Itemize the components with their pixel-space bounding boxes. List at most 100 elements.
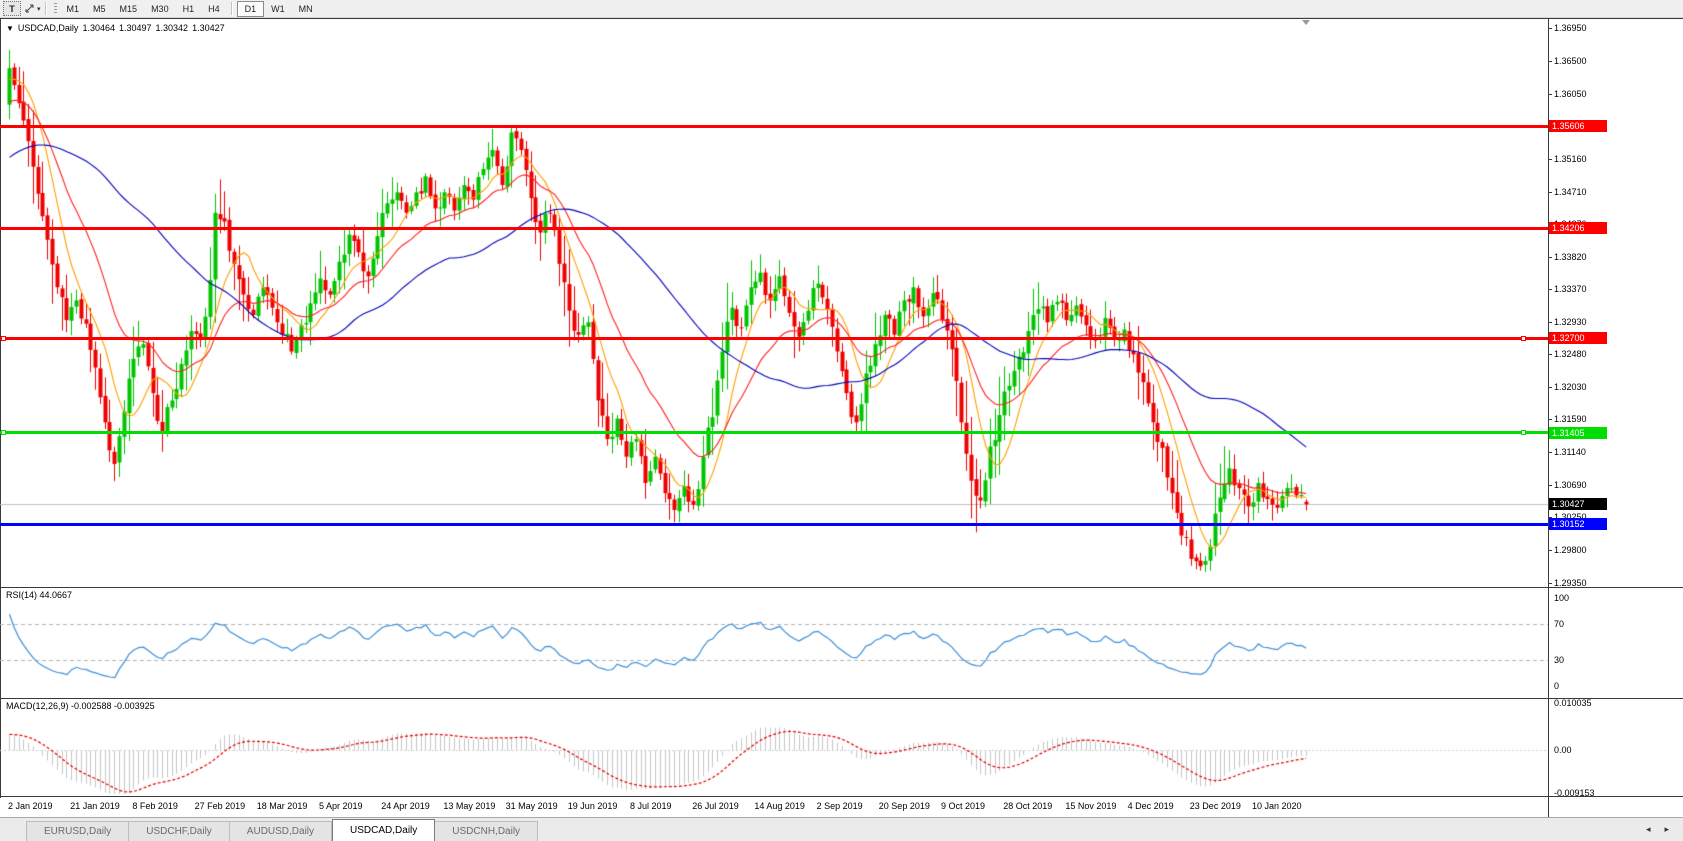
current-price-tag: 1.30427	[1549, 498, 1607, 510]
price-axis-tick	[1548, 322, 1552, 323]
date-axis-label: 23 Dec 2019	[1189, 801, 1241, 811]
rsi-axis-label: 30	[1554, 655, 1565, 665]
toolbar-separator	[44, 2, 47, 15]
hline-endpoint-handle[interactable]	[1521, 430, 1526, 435]
date-axis-label: 8 Jul 2019	[630, 801, 672, 811]
date-axis-label: 4 Dec 2019	[1127, 801, 1174, 811]
date-axis-label: 14 Aug 2019	[754, 801, 805, 811]
cursor-tool-button[interactable]: ▾	[24, 2, 41, 15]
collapse-triangle-icon[interactable]: ▼	[6, 24, 14, 33]
price-axis-label: 1.35160	[1554, 154, 1587, 164]
hline-resistance-1.32700[interactable]	[0, 337, 1548, 340]
rsi-macd-separator[interactable]	[0, 698, 1683, 699]
macd-axis-label: 0.010035	[1554, 698, 1592, 708]
price-tag-resistance-1.35606: 1.35606	[1549, 120, 1607, 132]
price-axis-tick	[1548, 485, 1552, 486]
price-axis-label: 1.36500	[1554, 56, 1587, 66]
date-axis-label: 2 Jan 2019	[8, 801, 53, 811]
main-rsi-separator[interactable]	[0, 587, 1683, 588]
rsi-axis-label: 70	[1554, 619, 1565, 629]
date-axis-label: 20 Sep 2019	[878, 801, 930, 811]
macd-axis-label: -0.009153	[1554, 788, 1595, 798]
ohlc-low-value: 1.30342	[155, 23, 189, 33]
chart-symbol-label: USDCAD,Daily	[17, 23, 79, 33]
main-chart-canvas[interactable]	[0, 19, 1548, 586]
price-axis-tick	[1548, 583, 1552, 584]
macd-axis-label: 0.00	[1554, 745, 1572, 755]
date-axis-label: 31 May 2019	[505, 801, 558, 811]
price-axis-tick	[1548, 94, 1552, 95]
date-axis-label: 9 Oct 2019	[941, 801, 986, 811]
ohlc-open-value: 1.30464	[82, 23, 115, 33]
hline-support-1.31405[interactable]	[0, 431, 1548, 434]
price-tag-support-1.31405: 1.31405	[1549, 427, 1607, 439]
timeframe-button-w1[interactable]: W1	[264, 2, 292, 16]
chart-tab-bar: EURUSD,Daily USDCHF,Daily AUDUSD,Daily USDC…	[0, 817, 1683, 841]
hline-support-1.30152[interactable]	[0, 523, 1548, 526]
rsi-axis-label: 0	[1554, 681, 1560, 691]
chart-shift-marker[interactable]	[1302, 20, 1310, 25]
date-axis-label: 15 Nov 2019	[1065, 801, 1117, 811]
price-axis-label: 1.32030	[1554, 382, 1587, 392]
chevron-down-icon: ▾	[37, 5, 41, 13]
price-axis-label: 1.34710	[1554, 187, 1587, 197]
price-axis-tick	[1548, 550, 1552, 551]
hline-endpoint-handle[interactable]	[1, 336, 6, 341]
price-axis-tick	[1548, 192, 1552, 193]
price-axis-label: 1.33370	[1554, 284, 1587, 294]
timeframe-button-m1[interactable]: M1	[60, 2, 87, 16]
price-axis-tick	[1548, 419, 1552, 420]
toolbar-separator	[230, 2, 233, 15]
price-axis-tick	[1548, 159, 1552, 160]
tab-scroll-right-icon[interactable]: ▸	[1664, 824, 1669, 835]
price-axis-tick	[1548, 61, 1552, 62]
date-axis-label: 19 Jun 2019	[567, 801, 618, 811]
hline-endpoint-handle[interactable]	[1, 430, 6, 435]
price-axis-tick	[1548, 28, 1552, 29]
date-axis-label: 5 Apr 2019	[319, 801, 363, 811]
price-axis-tick	[1548, 257, 1552, 258]
timeframe-button-m30[interactable]: M30	[144, 2, 176, 16]
date-axis-label: 10 Jan 2020	[1252, 801, 1302, 811]
timeframe-button-m5[interactable]: M5	[86, 2, 113, 16]
chart-tab-usdcnh[interactable]: USDCNH,Daily	[435, 821, 539, 841]
price-axis-tick	[1548, 387, 1552, 388]
macd-indicator-canvas[interactable]	[0, 699, 1548, 796]
timeframe-button-h1[interactable]: H1	[176, 2, 202, 16]
chart-tab-usdchf[interactable]: USDCHF,Daily	[129, 821, 230, 841]
chart-tab-audusd[interactable]: AUDUSD,Daily	[229, 821, 333, 841]
price-axis-label: 1.32930	[1554, 317, 1587, 327]
chart-tab-usdcad[interactable]: USDCAD,Daily	[332, 819, 436, 841]
price-axis-tick	[1548, 354, 1552, 355]
mt4-terminal: T ▾ M1 M5 M15 M30 H1 H4 D1 W1 MN ▼ USDCAD,Daily …	[0, 0, 1683, 841]
price-axis-label: 1.36050	[1554, 89, 1587, 99]
timeframe-button-m15[interactable]: M15	[113, 2, 145, 16]
rsi-axis-label: 100	[1554, 593, 1570, 603]
hline-endpoint-handle[interactable]	[1521, 336, 1526, 341]
price-axis-label: 1.30690	[1554, 480, 1587, 490]
timeframe-button-d1[interactable]: D1	[236, 0, 265, 17]
timeframe-button-h4[interactable]: H4	[201, 2, 227, 16]
timeframe-button-mn[interactable]: MN	[292, 2, 320, 16]
ohlc-close-value: 1.30427	[192, 23, 225, 33]
chart-tab-eurusd[interactable]: EURUSD,Daily	[26, 821, 130, 841]
hline-resistance-1.35606[interactable]	[0, 125, 1548, 128]
chart-title: ▼ USDCAD,Daily 1.30464 1.30497 1.30342 1…	[6, 23, 225, 33]
text-tool-button[interactable]: T	[3, 1, 21, 16]
macd-label: MACD(12,26,9) -0.002588 -0.003925	[6, 701, 155, 711]
macd-dateaxis-separator	[0, 796, 1683, 797]
date-axis-label: 18 Mar 2019	[256, 801, 308, 811]
date-axis-label: 27 Feb 2019	[194, 801, 246, 811]
date-axis-label: 24 Apr 2019	[381, 801, 430, 811]
price-axis-label: 1.31140	[1554, 447, 1586, 457]
ohlc-high-value: 1.30497	[118, 23, 152, 33]
tab-scroll-left-icon[interactable]: ◂	[1646, 824, 1651, 835]
cursor-crosshair-icon	[25, 4, 34, 13]
price-axis-tick	[1548, 289, 1552, 290]
price-tag-support-1.30152: 1.30152	[1549, 518, 1607, 530]
hline-resistance-1.34206[interactable]	[0, 227, 1548, 230]
toolbar-grip-handle[interactable]	[53, 2, 57, 15]
toolbar: T ▾ M1 M5 M15 M30 H1 H4 D1 W1 MN	[0, 0, 1683, 18]
date-axis-label: 28 Oct 2019	[1003, 801, 1053, 811]
rsi-indicator-canvas[interactable]	[0, 588, 1548, 697]
